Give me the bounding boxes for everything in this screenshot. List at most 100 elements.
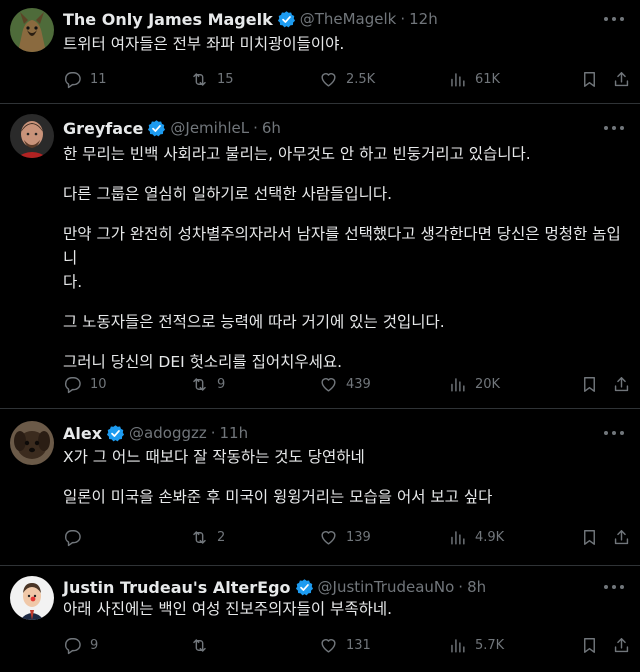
action-bar: 9 131 5.7K xyxy=(63,634,629,656)
retweet-count: 15 xyxy=(217,71,234,87)
tweet-text-line: 그러니 당신의 DEI 헛소리를 집어치우세요. xyxy=(63,353,343,371)
tweet-header: The Only James Magelk @TheMagelk · 12h xyxy=(63,9,438,29)
reply-count: 11 xyxy=(90,71,107,87)
tweet-text-line: 한 무리는 빈백 사회라고 불리는, 아무것도 안 하고 빈둥거리고 있습니다. xyxy=(63,145,531,163)
handle[interactable]: @adoggzz xyxy=(129,424,207,442)
tweet-3[interactable]: Alex @adoggzz · 11h X가 그 어느 때보다 잘 작동하는 것… xyxy=(0,409,640,566)
display-name[interactable]: Justin Trudeau's AlterEgo xyxy=(63,578,291,597)
verified-badge-icon xyxy=(277,10,295,27)
like-count: 131 xyxy=(346,637,371,653)
handle[interactable]: @TheMagelk xyxy=(300,10,397,28)
heart-icon xyxy=(321,638,336,653)
avatar[interactable] xyxy=(10,576,54,620)
bookmark-icon xyxy=(584,637,595,653)
reply-button[interactable]: 11 xyxy=(63,68,107,90)
verified-badge-icon xyxy=(106,424,125,441)
display-name[interactable]: The Only James Magelk xyxy=(63,10,273,29)
retweet-icon xyxy=(193,530,206,544)
like-count: 139 xyxy=(346,529,371,545)
retweet-button[interactable] xyxy=(190,634,217,656)
reply-icon xyxy=(65,71,81,88)
timestamp[interactable]: 11h xyxy=(220,424,249,442)
retweet-icon xyxy=(193,638,206,652)
retweet-icon xyxy=(193,377,206,391)
share-button[interactable] xyxy=(612,634,631,656)
timestamp[interactable]: 8h xyxy=(467,578,486,596)
handle[interactable]: @JustinTrudeauNo xyxy=(318,578,455,596)
tweet-2[interactable]: Greyface @JemihleL · 6h 한 무리는 빈백 사회라고 불리… xyxy=(0,104,640,409)
tweet-text-line: 그 노동자들은 전적으로 능력에 따라 거기에 있는 것입니다. xyxy=(63,313,445,331)
reply-count: 9 xyxy=(90,637,99,653)
tweet-text: X가 그 어느 때보다 잘 작동하는 것도 당연하네 일론이 미국을 손봐준 후… xyxy=(63,445,629,509)
views-chart-icon xyxy=(451,530,465,545)
avatar[interactable] xyxy=(10,114,54,158)
bookmark-icon xyxy=(584,376,595,392)
tweet-1[interactable]: The Only James Magelk @TheMagelk · 12h 트… xyxy=(0,0,640,104)
more-options-icon[interactable] xyxy=(604,16,624,22)
avatar[interactable] xyxy=(10,8,54,52)
bookmark-button[interactable] xyxy=(580,373,599,395)
bookmark-icon xyxy=(584,529,595,545)
share-icon xyxy=(614,637,629,652)
view-count: 20K xyxy=(475,376,501,392)
tweet-header: Greyface @JemihleL · 6h xyxy=(63,118,281,138)
tweet-header: Alex @adoggzz · 11h xyxy=(63,423,249,443)
like-button[interactable]: 439 xyxy=(319,373,371,395)
share-icon xyxy=(614,71,629,86)
display-name[interactable]: Alex xyxy=(63,424,102,443)
reply-icon xyxy=(65,376,81,393)
action-bar: 10 9 439 20K xyxy=(63,373,629,395)
action-bar: 11 15 2.5K 61K xyxy=(63,68,629,90)
tweet-text-line: X가 그 어느 때보다 잘 작동하는 것도 당연하네 xyxy=(63,448,365,466)
heart-icon xyxy=(321,530,336,545)
heart-icon xyxy=(321,377,336,392)
retweet-count: 2 xyxy=(217,529,226,545)
timestamp[interactable]: 12h xyxy=(409,10,438,28)
share-icon xyxy=(614,529,629,544)
retweet-icon xyxy=(193,72,206,86)
retweet-button[interactable]: 15 xyxy=(190,68,234,90)
tweet-text-line: 만약 그가 완전히 성차별주의자라서 남자를 선택했다고 생각한다면 당신은 멍… xyxy=(63,225,621,267)
avatar[interactable] xyxy=(10,421,54,465)
views-chart-icon xyxy=(451,72,465,87)
tweet-text: 아래 사진에는 백인 여성 진보주의자들이 부족하네. xyxy=(63,597,629,621)
bookmark-icon xyxy=(584,71,595,87)
like-count: 2.5K xyxy=(346,71,376,87)
bookmark-button[interactable] xyxy=(580,526,599,548)
display-name[interactable]: Greyface xyxy=(63,119,143,138)
views-button[interactable]: 4.9K xyxy=(448,526,504,548)
views-button[interactable]: 20K xyxy=(448,373,500,395)
more-options-icon[interactable] xyxy=(604,125,624,131)
tweet-text-line: 아래 사진에는 백인 여성 진보주의자들이 부족하네. xyxy=(63,600,393,618)
like-button[interactable]: 131 xyxy=(319,634,371,656)
retweet-button[interactable]: 2 xyxy=(190,526,225,548)
reply-button[interactable]: 10 xyxy=(63,373,107,395)
retweet-button[interactable]: 9 xyxy=(190,373,225,395)
like-count: 439 xyxy=(346,376,371,392)
share-button[interactable] xyxy=(612,68,631,90)
like-button[interactable]: 2.5K xyxy=(319,68,375,90)
views-button[interactable]: 5.7K xyxy=(448,634,504,656)
bookmark-button[interactable] xyxy=(580,68,599,90)
tweet-4[interactable]: Justin Trudeau's AlterEgo @JustinTrudeau… xyxy=(0,566,640,672)
reply-button[interactable] xyxy=(63,526,90,548)
handle[interactable]: @JemihleL xyxy=(170,119,249,137)
heart-icon xyxy=(321,72,336,87)
view-count: 61K xyxy=(475,71,501,87)
like-button[interactable]: 139 xyxy=(319,526,371,548)
views-chart-icon xyxy=(451,377,465,392)
more-options-icon[interactable] xyxy=(604,584,624,590)
share-button[interactable] xyxy=(612,526,631,548)
verified-badge-icon xyxy=(295,578,313,595)
timestamp[interactable]: 6h xyxy=(262,119,281,137)
more-options-icon[interactable] xyxy=(604,430,624,436)
tweet-text-line: 다른 그룹은 열심히 일하기로 선택한 사람들입니다. xyxy=(63,185,393,203)
reply-count: 10 xyxy=(90,376,107,392)
tweet-text: 트위터 여자들은 전부 좌파 미치광이들이야. xyxy=(63,32,629,56)
tweet-text: 한 무리는 빈백 사회라고 불리는, 아무것도 안 하고 빈둥거리고 있습니다.… xyxy=(63,142,629,374)
tweet-text-line: 일론이 미국을 손봐준 후 미국이 윙윙거리는 모습을 어서 보고 싶다 xyxy=(63,488,493,506)
views-button[interactable]: 61K xyxy=(448,68,500,90)
share-button[interactable] xyxy=(612,373,631,395)
reply-button[interactable]: 9 xyxy=(63,634,98,656)
bookmark-button[interactable] xyxy=(580,634,599,656)
